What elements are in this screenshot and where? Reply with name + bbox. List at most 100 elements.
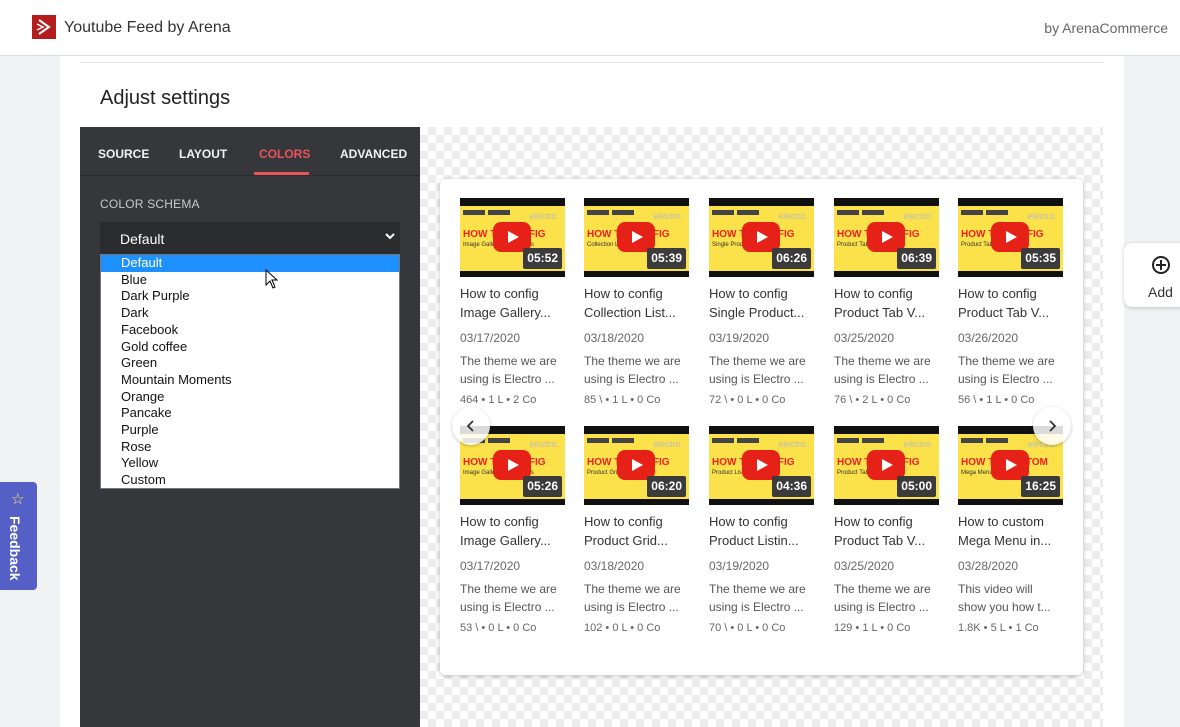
video-description: The theme we are using is Electro ... — [709, 580, 814, 616]
thumb-bar — [460, 499, 565, 505]
schema-option[interactable]: Purple — [101, 422, 399, 439]
vendor-label[interactable]: by ArenaCommerce — [1044, 20, 1168, 36]
video-thumbnail[interactable]: electro.HOW TO CONFIGProduct Tab Vertica… — [834, 198, 939, 277]
video-duration: 05:00 — [897, 476, 936, 497]
video-thumbnail[interactable]: electro.HOW TO CONFIGImage Gallery for S… — [460, 198, 565, 277]
video-title-line: How to config — [834, 286, 913, 301]
video-thumbnail[interactable]: electro.HOW TO CONFIGProduct Grid Sectio… — [584, 426, 689, 505]
schema-option[interactable]: Facebook — [101, 322, 399, 339]
settings-tabs: SOURCE LAYOUT COLORS ADVANCED — [80, 127, 420, 176]
video-title[interactable]: How to config Product Tab V... — [834, 512, 939, 550]
thumb-tag — [862, 438, 884, 443]
video-duration: 04:36 — [772, 476, 811, 497]
video-description: The theme we are using is Electro ... — [460, 352, 565, 388]
video-stats: 102 • 0 L • 0 Co — [584, 622, 661, 634]
schema-option[interactable]: Orange — [101, 389, 399, 406]
video-title-line: Product Tab V... — [958, 305, 1050, 320]
app-logo-icon — [32, 15, 56, 39]
video-description-line: using is Electro ... — [958, 372, 1053, 386]
thumb-bar — [584, 198, 689, 206]
schema-option[interactable]: Blue — [101, 272, 399, 289]
video-duration: 05:52 — [523, 248, 562, 269]
thumb-tag — [986, 438, 1008, 443]
video-description-line: The theme we are — [834, 354, 931, 368]
video-description-line: This video will — [958, 582, 1033, 596]
video-title[interactable]: How to config Product Tab V... — [958, 284, 1063, 322]
schema-option[interactable]: Dark Purple — [101, 288, 399, 305]
video-description-line: using is Electro ... — [460, 372, 555, 386]
video-stats: 76 \ • 2 L • 0 Co — [834, 394, 911, 406]
feedback-tab[interactable]: ☆ Feedback — [0, 482, 37, 590]
video-description-line: using is Electro ... — [460, 600, 555, 614]
video-date: 03/28/2020 — [958, 559, 1019, 573]
thumb-bar — [834, 271, 939, 277]
video-title[interactable]: How to custom Mega Menu in... — [958, 512, 1063, 550]
video-stats: 53 \ • 0 L • 0 Co — [460, 622, 537, 634]
tab-source[interactable]: SOURCE — [98, 147, 149, 161]
schema-option[interactable]: Custom — [101, 472, 399, 489]
page-title: Adjust settings — [100, 87, 231, 109]
video-description: The theme we are using is Electro ... — [584, 352, 689, 388]
thumb-brand: electro. — [778, 211, 808, 221]
video-date: 03/18/2020 — [584, 331, 645, 345]
video-description: The theme we are using is Electro ... — [958, 352, 1063, 388]
thumb-bar — [834, 198, 939, 206]
thumb-bar — [709, 198, 814, 206]
schema-option[interactable]: Mountain Moments — [101, 372, 399, 389]
thumb-bar — [709, 426, 814, 434]
video-date: 03/17/2020 — [460, 559, 521, 573]
video-thumbnail[interactable]: electro.HOW TO CONFIGProduct Tab Vertica… — [958, 198, 1063, 277]
thumb-tag — [587, 438, 609, 443]
star-icon: ☆ — [11, 491, 25, 508]
video-thumbnail[interactable]: electro.HOW TO CONFIGProduct Listing Sec… — [709, 426, 814, 505]
thumb-brand: electro. — [903, 211, 933, 221]
color-schema-select[interactable]: Default — [100, 222, 400, 254]
app-title: Youtube Feed by Arena — [64, 19, 231, 36]
tab-advanced[interactable]: ADVANCED — [340, 147, 407, 161]
video-title[interactable]: How to config Product Tab V... — [834, 284, 939, 322]
carousel-prev-button[interactable] — [452, 407, 490, 445]
schema-option[interactable]: Pancake — [101, 405, 399, 422]
tab-colors[interactable]: COLORS — [259, 147, 310, 161]
video-description-line: using is Electro ... — [584, 372, 679, 386]
schema-option[interactable]: Dark — [101, 305, 399, 322]
video-title[interactable]: How to config Collection List... — [584, 284, 689, 322]
thumb-tag — [961, 438, 983, 443]
thumb-bar — [584, 426, 689, 434]
add-button[interactable]: Add — [1124, 243, 1180, 307]
video-description: The theme we are using is Electro ... — [584, 580, 689, 616]
video-stats: 464 • 1 L • 2 Co — [460, 394, 537, 406]
tab-layout[interactable]: LAYOUT — [179, 147, 227, 161]
video-description: The theme we are using is Electro ... — [709, 352, 814, 388]
video-title[interactable]: How to config Single Product... — [709, 284, 814, 322]
video-title[interactable]: How to config Image Gallery... — [460, 284, 565, 322]
thumb-bar — [709, 499, 814, 505]
schema-option[interactable]: Default — [101, 255, 399, 272]
thumb-bar — [958, 198, 1063, 206]
video-title[interactable]: How to config Image Gallery... — [460, 512, 565, 550]
video-title-line: How to config — [584, 286, 663, 301]
schema-option[interactable]: Rose — [101, 439, 399, 456]
video-title[interactable]: How to config Product Grid... — [584, 512, 689, 550]
schema-option[interactable]: Gold coffee — [101, 339, 399, 356]
video-title[interactable]: How to config Product Listin... — [709, 512, 814, 550]
video-description-line: using is Electro ... — [709, 372, 804, 386]
thumb-tag — [837, 438, 859, 443]
app-header: Youtube Feed by Arena by ArenaCommerce — [0, 0, 1180, 56]
video-thumbnail[interactable]: electro.HOW TO CONFIGProduct Tab Vertica… — [834, 426, 939, 505]
video-description: The theme we are using is Electro ... — [834, 580, 939, 616]
video-feed: electro.HOW TO CUSTOMMega Menu in Electr… — [440, 179, 1083, 675]
thumb-bar — [834, 499, 939, 505]
thumb-tag — [737, 210, 759, 215]
video-date: 03/19/2020 — [709, 559, 770, 573]
video-description-line: The theme we are — [584, 582, 681, 596]
video-stats: 1.8K • 5 L • 1 Co — [958, 622, 1039, 634]
video-title-line: How to config — [460, 286, 539, 301]
video-thumbnail[interactable]: electro.HOW TO CONFIGCollection List Sec… — [584, 198, 689, 277]
schema-option[interactable]: Yellow — [101, 455, 399, 472]
thumb-brand: electro. — [653, 439, 683, 449]
video-thumbnail[interactable]: electro.HOW TO CONFIGSingle Product Sect… — [709, 198, 814, 277]
video-date: 03/26/2020 — [958, 331, 1019, 345]
carousel-next-button[interactable] — [1033, 407, 1071, 445]
schema-option[interactable]: Green — [101, 355, 399, 372]
